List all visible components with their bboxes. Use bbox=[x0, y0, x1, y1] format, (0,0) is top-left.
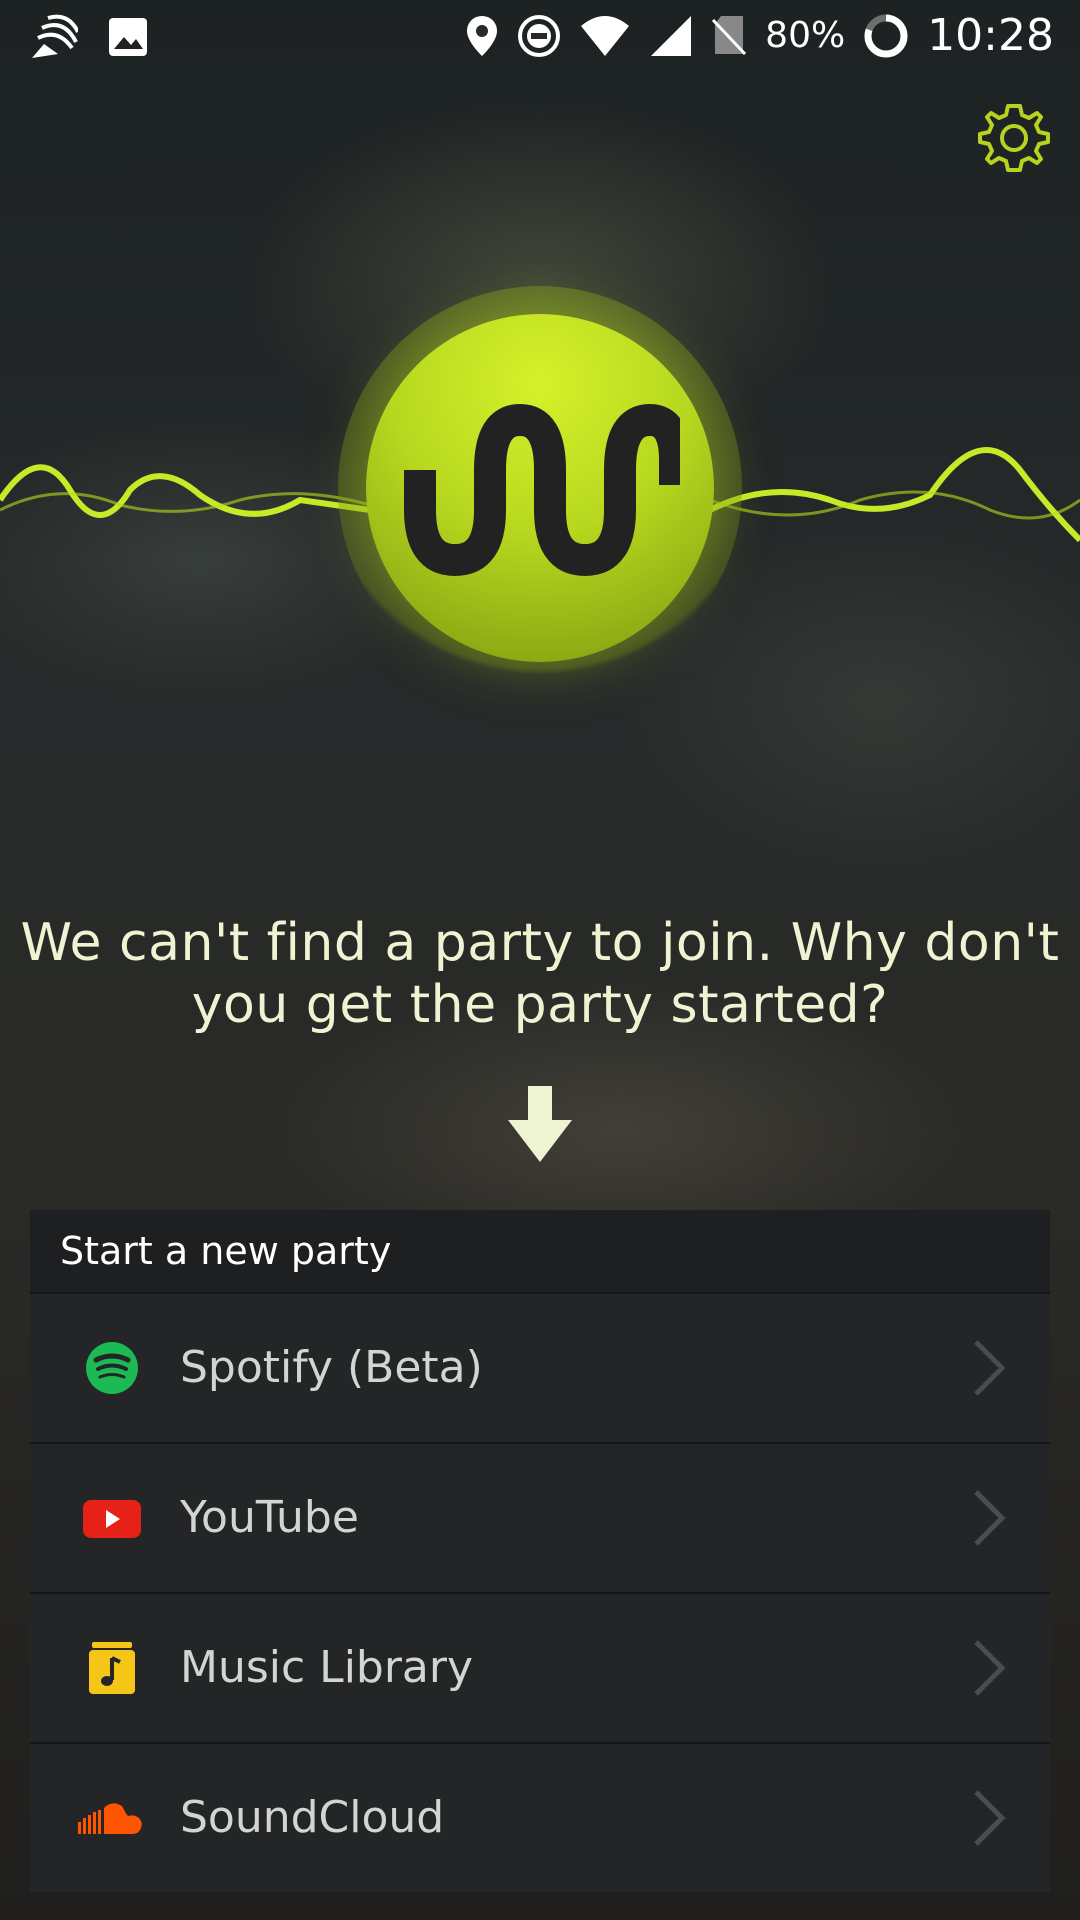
empty-state-message: We can't find a party to join. Why don't… bbox=[20, 913, 1060, 1035]
spotify-icon bbox=[86, 1342, 138, 1394]
service-label: YouTube bbox=[180, 1492, 359, 1543]
soundcloud-icon bbox=[78, 1803, 142, 1834]
music-library-icon bbox=[89, 1642, 135, 1694]
chevron-right-icon bbox=[974, 1640, 1006, 1696]
chevron-right-icon bbox=[974, 1340, 1006, 1396]
gallery-icon bbox=[109, 18, 147, 56]
cast-icon bbox=[32, 14, 78, 58]
service-label: Music Library bbox=[180, 1642, 474, 1693]
clock: 10:28 bbox=[927, 10, 1054, 61]
arrow-down-icon bbox=[508, 1086, 572, 1162]
battery-percent: 80% bbox=[765, 15, 846, 56]
no-sim-icon bbox=[712, 15, 747, 55]
status-bar: 80% 10:28 bbox=[0, 0, 1080, 76]
gear-icon[interactable] bbox=[976, 100, 1052, 176]
battery-icon bbox=[864, 14, 908, 57]
service-label: SoundCloud bbox=[180, 1792, 445, 1843]
service-item-music-library[interactable]: Music Library bbox=[30, 1592, 1050, 1742]
service-item-youtube[interactable]: YouTube bbox=[30, 1442, 1050, 1592]
location-icon bbox=[467, 15, 498, 56]
chevron-right-icon bbox=[974, 1490, 1006, 1546]
panel-header: Start a new party bbox=[30, 1210, 1050, 1292]
chevron-right-icon bbox=[974, 1790, 1006, 1846]
signal-icon bbox=[651, 15, 692, 56]
service-item-spotify[interactable]: Spotify (Beta) bbox=[30, 1292, 1050, 1442]
start-party-panel: Start a new party Spotify (Beta) YouTube bbox=[30, 1210, 1050, 1892]
app-logo bbox=[0, 260, 1080, 700]
youtube-icon bbox=[83, 1500, 141, 1538]
logo-mark bbox=[404, 403, 680, 577]
wifi-icon bbox=[581, 15, 630, 56]
service-label: Spotify (Beta) bbox=[180, 1342, 483, 1393]
do-not-disturb-icon bbox=[518, 14, 561, 57]
service-item-soundcloud[interactable]: SoundCloud bbox=[30, 1742, 1050, 1892]
